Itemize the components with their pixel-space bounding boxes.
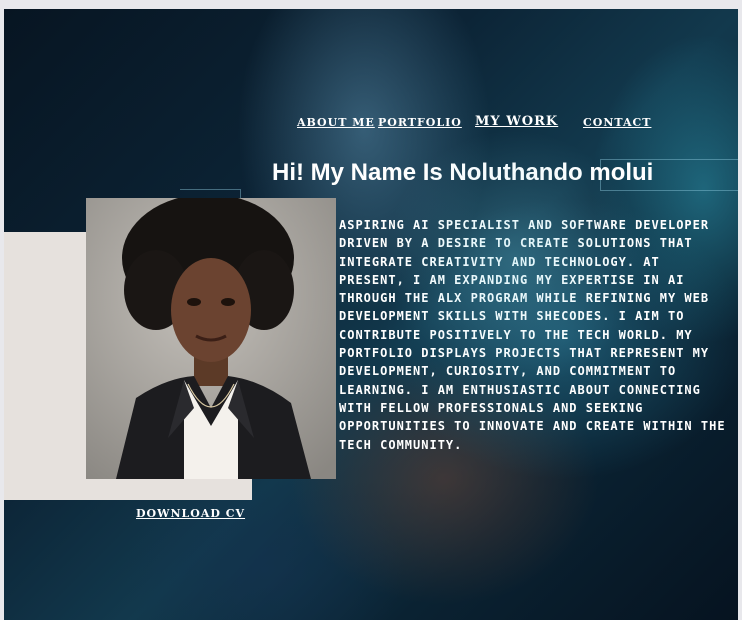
nav-link-about[interactable]: ABOUT ME	[297, 116, 375, 129]
portrait-illustration	[86, 198, 336, 479]
profile-photo	[86, 198, 336, 479]
hero-section: ABOUT ME PORTFOLIO MY WORK CONTACT Hi! M…	[4, 9, 738, 620]
page-title: Hi! My Name Is Noluthando molui	[272, 159, 654, 186]
bio-text: Aspiring AI Specialist and Software Deve…	[339, 218, 726, 452]
nav-link-my-work[interactable]: MY WORK	[475, 114, 558, 129]
download-cv-link[interactable]: DOWNLOAD CV	[136, 507, 245, 520]
nav-link-contact[interactable]: CONTACT	[583, 116, 651, 129]
nav-link-portfolio[interactable]: PORTFOLIO	[378, 116, 462, 129]
